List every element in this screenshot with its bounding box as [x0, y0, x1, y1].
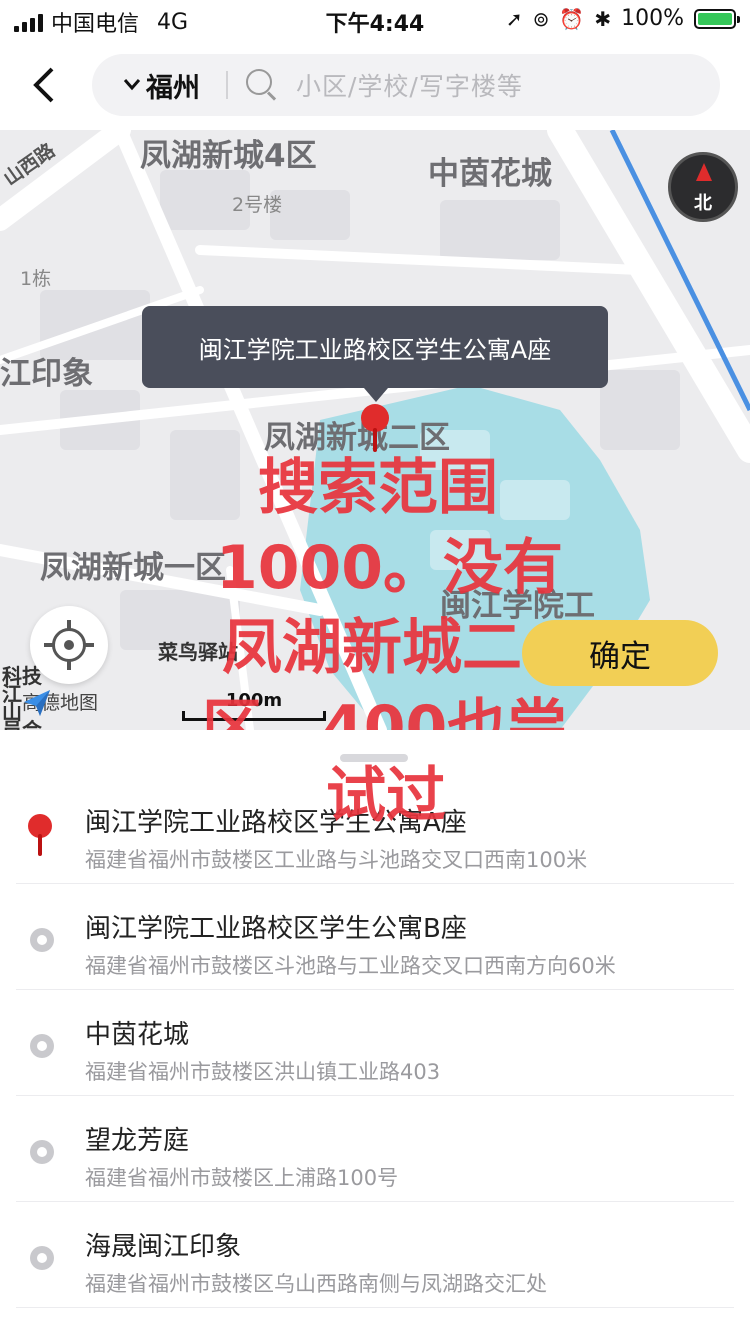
chevron-down-icon — [122, 75, 142, 96]
map-label-area4: 凤湖新城4区 — [140, 138, 317, 174]
map-label-yinxiang: 江印象 — [0, 356, 93, 392]
status-bar: 中国电信 4G 下午4:44 ➚ ⊚ ⏰ ✱ 100% — [0, 0, 750, 42]
result-title: 望龙芳庭 — [85, 1126, 190, 1156]
radio-dot-icon — [30, 928, 54, 952]
annotation-line-5: 试过 — [326, 761, 446, 831]
radio-dot-icon — [30, 1140, 54, 1164]
alarm-icon: ⏰ — [559, 6, 585, 31]
radio-dot-icon — [30, 1034, 54, 1058]
locate-me-button[interactable] — [30, 606, 108, 684]
map-label-area1: 凤湖新城一区 — [40, 550, 226, 586]
result-address: 福建省福州市鼓楼区斗池路与工业路交叉口西南方向60米 — [85, 954, 616, 978]
search-icon — [246, 69, 278, 101]
rotation-lock-icon: ⊚ — [532, 6, 550, 31]
city-selector[interactable]: 福州 — [92, 66, 200, 105]
radio-dot-icon — [30, 1246, 54, 1270]
map-label-bldg2: 2号楼 — [232, 194, 283, 216]
bluetooth-icon: ✱ — [594, 6, 612, 31]
list-item[interactable]: 海晟闽江印象 福建省福州市鼓楼区乌山西路南侧与凤湖路交汇处 — [16, 1202, 734, 1308]
result-address: 福建省福州市鼓楼区上浦路100号 — [85, 1166, 399, 1190]
header: 福州 小区/学校/写字楼等 — [0, 42, 750, 130]
status-right: ➚ ⊚ ⏰ ✱ 100% — [505, 6, 740, 31]
battery-icon — [694, 8, 740, 29]
list-item[interactable]: 中茵花城 福建省福州市鼓楼区洪山镇工业路403 — [16, 990, 734, 1096]
amap-logo: 高德地图 — [22, 688, 98, 716]
chevron-left-icon — [33, 67, 54, 103]
result-title: 中茵花城 — [85, 1020, 190, 1050]
location-arrow-icon: ➚ — [505, 6, 523, 31]
annotation-line-3: 凤湖新城二 — [222, 613, 522, 683]
result-title: 闽江学院工业路校区学生公寓B座 — [85, 914, 467, 944]
confirm-button[interactable]: 确定 — [522, 620, 718, 686]
battery-percent: 100% — [621, 6, 684, 31]
list-item[interactable]: 望龙芳庭 福建省福州市鼓楼区上浦路100号 — [16, 1096, 734, 1202]
location-pin-icon — [26, 814, 56, 858]
city-name: 福州 — [146, 72, 200, 104]
location-tooltip: 闽江学院工业路校区学生公寓A座 — [142, 306, 608, 402]
compass-north-label: 北 — [694, 193, 712, 214]
result-title: 海晟闽江印象 — [85, 1232, 242, 1262]
result-address: 福建省福州市鼓楼区乌山西路南侧与凤湖路交汇处 — [85, 1272, 547, 1296]
map-label-zhongyin: 中茵花城 — [428, 156, 552, 192]
compass-needle-icon — [696, 163, 712, 181]
amap-arrow-icon — [24, 690, 50, 716]
search-bar[interactable]: 福州 小区/学校/写字楼等 — [92, 54, 720, 116]
result-address: 福建省福州市鼓楼区洪山镇工业路403 — [85, 1060, 441, 1084]
map-label-bldg1: 1栋 — [20, 268, 52, 290]
search-input[interactable]: 小区/学校/写字楼等 — [296, 67, 523, 103]
compass-button[interactable]: 北 — [668, 152, 738, 222]
back-button[interactable] — [22, 60, 66, 110]
divider — [226, 71, 228, 99]
result-address: 福建省福州市鼓楼区工业路与斗池路交叉口西南100米 — [85, 848, 588, 872]
annotation-line-1: 搜索范围 — [258, 453, 498, 523]
list-item[interactable]: 闽江学院工业路校区学生公寓B座 福建省福州市鼓楼区斗池路与工业路交叉口西南方向6… — [16, 884, 734, 990]
annotation-line-2: 1000。没有 — [216, 533, 563, 603]
